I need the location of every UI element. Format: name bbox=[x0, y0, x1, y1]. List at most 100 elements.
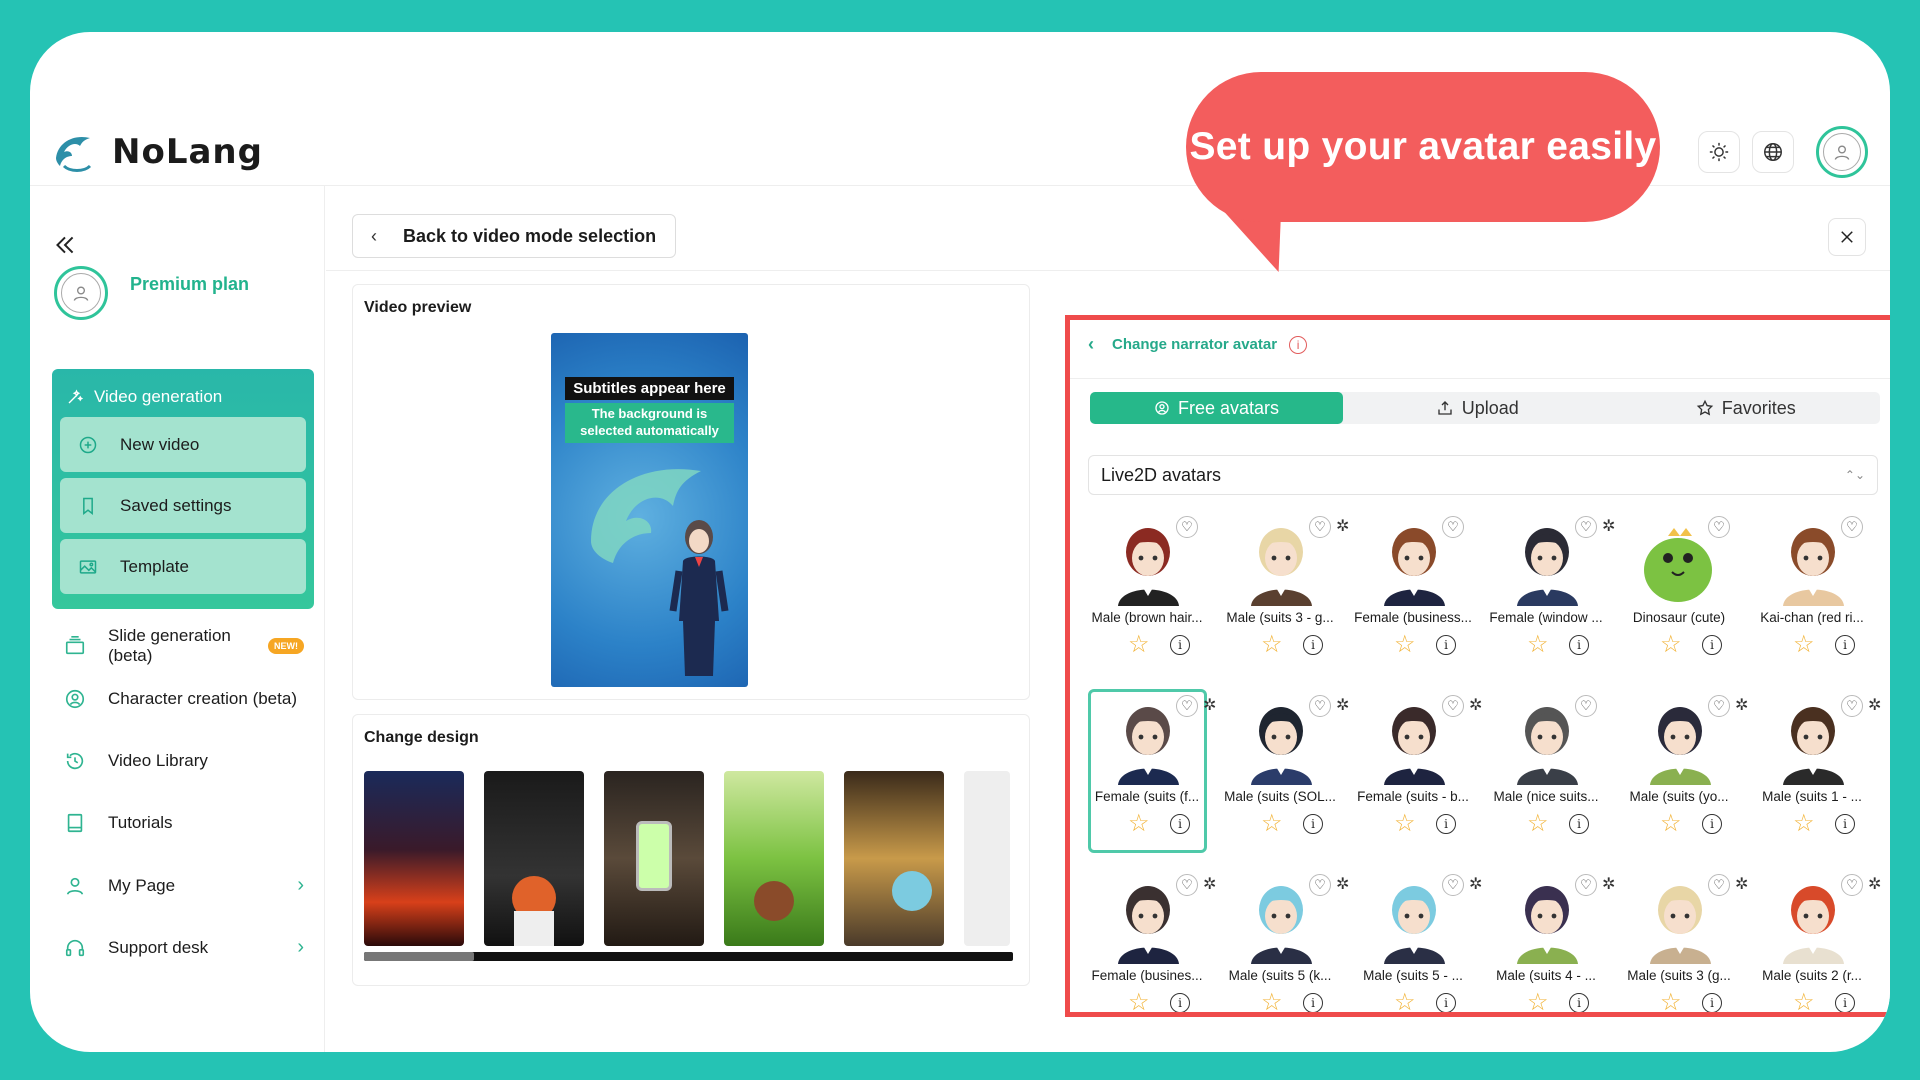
video-preview-frame[interactable]: Subtitles appear here The background is … bbox=[551, 333, 748, 687]
star-rating-icon[interactable]: ☆ bbox=[1793, 809, 1815, 838]
theme-toggle-button[interactable] bbox=[1698, 131, 1740, 173]
info-icon[interactable]: i bbox=[1289, 335, 1308, 354]
avatar-card[interactable]: ♡ ✲ Female (window ... ☆ i bbox=[1485, 510, 1618, 689]
design-thumbnail-ramen[interactable] bbox=[844, 771, 944, 946]
favorite-heart-icon[interactable]: ♡ bbox=[1309, 695, 1331, 717]
info-icon[interactable]: i bbox=[1702, 635, 1722, 655]
info-icon[interactable]: i bbox=[1436, 993, 1456, 1012]
design-thumbnail-partial[interactable] bbox=[964, 771, 1010, 946]
star-rating-icon[interactable]: ☆ bbox=[1793, 630, 1815, 659]
favorite-heart-icon[interactable]: ♡ bbox=[1309, 874, 1331, 896]
star-rating-icon[interactable]: ☆ bbox=[1394, 809, 1416, 838]
avatar-card[interactable]: ♡ ✲ Female (suits - b... ☆ i bbox=[1352, 689, 1485, 868]
tab-free-avatars[interactable]: Free avatars bbox=[1090, 392, 1343, 424]
info-icon[interactable]: i bbox=[1702, 993, 1722, 1012]
plan-avatar[interactable] bbox=[54, 266, 108, 320]
info-icon[interactable]: i bbox=[1835, 993, 1855, 1012]
info-icon[interactable]: i bbox=[1170, 993, 1190, 1012]
favorite-heart-icon[interactable]: ♡ bbox=[1575, 874, 1597, 896]
avatar-card[interactable]: ♡ ✲ Female (suits (f... ☆ i bbox=[1086, 689, 1219, 868]
info-icon[interactable]: i bbox=[1170, 635, 1190, 655]
favorite-heart-icon[interactable]: ♡ bbox=[1575, 695, 1597, 717]
avatar-card[interactable]: ♡ ✲ Male (suits 5 - ... ☆ i bbox=[1352, 868, 1485, 1012]
info-icon[interactable]: i bbox=[1303, 814, 1323, 834]
chevron-left-icon[interactable]: ‹ bbox=[1088, 334, 1094, 355]
favorite-heart-icon[interactable]: ♡ bbox=[1708, 874, 1730, 896]
info-icon[interactable]: i bbox=[1835, 814, 1855, 834]
star-rating-icon[interactable]: ☆ bbox=[1261, 809, 1283, 838]
favorite-heart-icon[interactable]: ♡ bbox=[1442, 516, 1464, 538]
sidebar-item-tutorials[interactable]: Tutorials bbox=[64, 812, 304, 834]
favorite-heart-icon[interactable]: ♡ bbox=[1442, 695, 1464, 717]
favorite-heart-icon[interactable]: ♡ bbox=[1176, 516, 1198, 538]
star-rating-icon[interactable]: ☆ bbox=[1527, 988, 1549, 1012]
language-button[interactable] bbox=[1752, 131, 1794, 173]
favorite-heart-icon[interactable]: ♡ bbox=[1176, 695, 1198, 717]
favorite-heart-icon[interactable]: ♡ bbox=[1841, 695, 1863, 717]
design-scrollbar[interactable] bbox=[364, 952, 1013, 961]
info-icon[interactable]: i bbox=[1436, 814, 1456, 834]
star-rating-icon[interactable]: ☆ bbox=[1660, 630, 1682, 659]
tab-favorites[interactable]: Favorites bbox=[1612, 392, 1881, 424]
avatar-card[interactable]: ♡ ✲ Female (busines... ☆ i bbox=[1086, 868, 1219, 1012]
star-rating-icon[interactable]: ☆ bbox=[1793, 988, 1815, 1012]
info-icon[interactable]: i bbox=[1303, 993, 1323, 1012]
sidebar-item-saved-settings[interactable]: Saved settings bbox=[60, 478, 306, 533]
info-icon[interactable]: i bbox=[1569, 993, 1589, 1012]
star-rating-icon[interactable]: ☆ bbox=[1128, 809, 1150, 838]
avatar-card[interactable]: ♡ Dinosaur (cute) ☆ i bbox=[1618, 510, 1751, 689]
star-rating-icon[interactable]: ☆ bbox=[1261, 988, 1283, 1012]
tab-upload[interactable]: Upload bbox=[1343, 392, 1612, 424]
avatar-card[interactable]: ♡ ✲ Male (suits (yo... ☆ i bbox=[1618, 689, 1751, 868]
favorite-heart-icon[interactable]: ♡ bbox=[1575, 516, 1597, 538]
design-scrollbar-thumb[interactable] bbox=[364, 952, 474, 961]
favorite-heart-icon[interactable]: ♡ bbox=[1309, 516, 1331, 538]
favorite-heart-icon[interactable]: ♡ bbox=[1708, 516, 1730, 538]
sidebar-item-character-creation[interactable]: Character creation (beta) bbox=[64, 688, 304, 710]
favorite-heart-icon[interactable]: ♡ bbox=[1176, 874, 1198, 896]
sidebar-item-support-desk[interactable]: Support desk › bbox=[64, 936, 304, 959]
video-generation-header[interactable]: Video generation bbox=[60, 379, 306, 411]
info-icon[interactable]: i bbox=[1835, 635, 1855, 655]
star-rating-icon[interactable]: ☆ bbox=[1394, 988, 1416, 1012]
star-rating-icon[interactable]: ☆ bbox=[1128, 630, 1150, 659]
user-menu-button[interactable] bbox=[1816, 126, 1868, 178]
close-button[interactable] bbox=[1828, 218, 1866, 256]
info-icon[interactable]: i bbox=[1436, 635, 1456, 655]
avatar-type-select[interactable]: Live2D avatars ⌃⌄ bbox=[1088, 455, 1878, 495]
avatar-card[interactable]: ♡ ✲ Male (suits 2 (r... ☆ i bbox=[1751, 868, 1884, 1012]
star-rating-icon[interactable]: ☆ bbox=[1261, 630, 1283, 659]
avatar-card[interactable]: ♡ Male (brown hair... ☆ i bbox=[1086, 510, 1219, 689]
avatar-card[interactable]: ♡ Kai-chan (red ri... ☆ i bbox=[1751, 510, 1884, 689]
avatar-card[interactable]: ♡ Male (nice suits... ☆ i bbox=[1485, 689, 1618, 868]
star-rating-icon[interactable]: ☆ bbox=[1128, 988, 1150, 1012]
star-rating-icon[interactable]: ☆ bbox=[1660, 809, 1682, 838]
avatar-card[interactable]: ♡ ✲ Male (suits 5 (k... ☆ i bbox=[1219, 868, 1352, 1012]
star-rating-icon[interactable]: ☆ bbox=[1527, 809, 1549, 838]
design-thumbnail-dark-room[interactable] bbox=[484, 771, 584, 946]
favorite-heart-icon[interactable]: ♡ bbox=[1442, 874, 1464, 896]
star-rating-icon[interactable]: ☆ bbox=[1527, 630, 1549, 659]
favorite-heart-icon[interactable]: ♡ bbox=[1841, 874, 1863, 896]
back-to-mode-selection-button[interactable]: ‹ Back to video mode selection bbox=[352, 214, 676, 258]
avatar-card[interactable]: ♡ ✲ Male (suits 4 - ... ☆ i bbox=[1485, 868, 1618, 1012]
sidebar-item-template[interactable]: Template bbox=[60, 539, 306, 594]
star-rating-icon[interactable]: ☆ bbox=[1394, 630, 1416, 659]
design-thumbnail-leaf[interactable] bbox=[724, 771, 824, 946]
avatar-card[interactable]: ♡ ✲ Male (suits 1 - ... ☆ i bbox=[1751, 689, 1884, 868]
sidebar-item-video-library[interactable]: Video Library bbox=[64, 750, 304, 772]
favorite-heart-icon[interactable]: ♡ bbox=[1708, 695, 1730, 717]
favorite-heart-icon[interactable]: ♡ bbox=[1841, 516, 1863, 538]
design-thumbnail-volcano[interactable] bbox=[364, 771, 464, 946]
avatar-card[interactable]: ♡ ✲ Male (suits 3 - g... ☆ i bbox=[1219, 510, 1352, 689]
avatar-card[interactable]: ♡ ✲ Male (suits (SOL... ☆ i bbox=[1219, 689, 1352, 868]
avatar-card[interactable]: ♡ Female (business... ☆ i bbox=[1352, 510, 1485, 689]
info-icon[interactable]: i bbox=[1303, 635, 1323, 655]
info-icon[interactable]: i bbox=[1569, 635, 1589, 655]
sidebar-item-slide-generation[interactable]: Slide generation (beta) NEW! bbox=[64, 626, 304, 666]
sidebar-item-my-page[interactable]: My Page › bbox=[64, 874, 304, 897]
avatar-card[interactable]: ♡ ✲ Male (suits 3 (g... ☆ i bbox=[1618, 868, 1751, 1012]
info-icon[interactable]: i bbox=[1702, 814, 1722, 834]
design-thumbnail-phone[interactable] bbox=[604, 771, 704, 946]
info-icon[interactable]: i bbox=[1569, 814, 1589, 834]
